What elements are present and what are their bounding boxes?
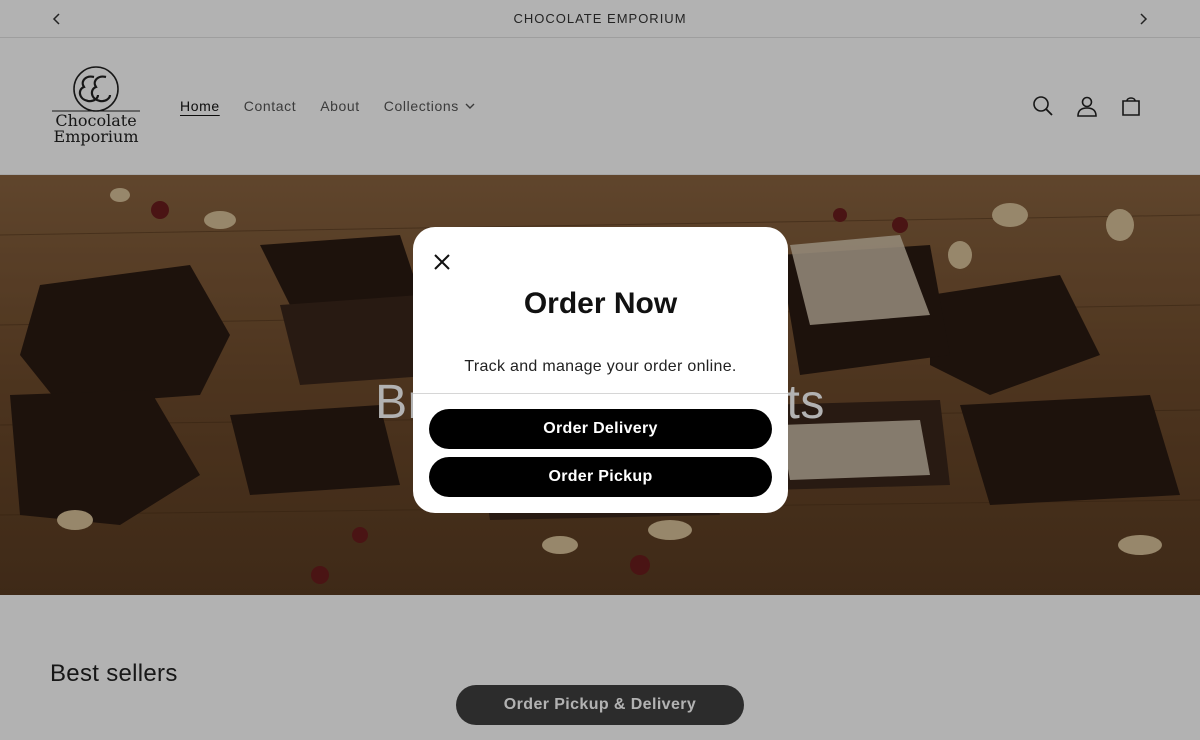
modal-close-button[interactable] bbox=[431, 251, 453, 273]
order-delivery-button[interactable]: Order Delivery bbox=[429, 409, 772, 449]
modal-divider bbox=[413, 393, 788, 394]
close-icon bbox=[434, 254, 450, 270]
modal-title: Order Now bbox=[523, 287, 678, 320]
order-modal: Order Now Track and manage your order on… bbox=[413, 227, 788, 513]
modal-subtitle: Track and manage your order online. bbox=[464, 358, 737, 375]
order-pickup-button[interactable]: Order Pickup bbox=[429, 457, 772, 497]
